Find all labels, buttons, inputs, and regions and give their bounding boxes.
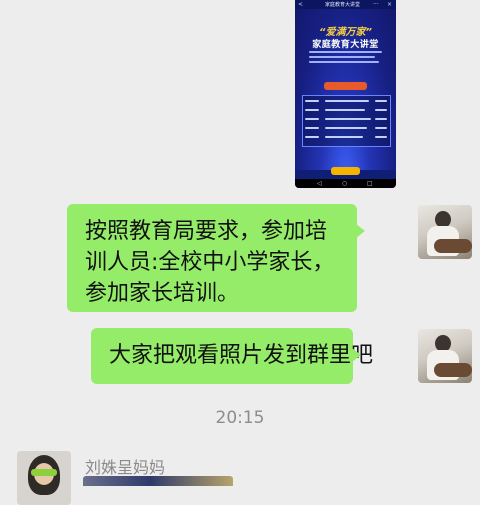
nav-recent-icon: □ xyxy=(367,180,373,187)
poster-text-line xyxy=(309,61,379,63)
chat-timestamp: 20:15 xyxy=(215,408,265,428)
schedule-row xyxy=(305,126,388,131)
poster-text-line xyxy=(309,51,382,53)
sender-avatar[interactable] xyxy=(17,451,71,505)
poster-schedule-table xyxy=(302,95,391,147)
schedule-row xyxy=(305,135,388,140)
outgoing-message-bubble[interactable]: 大家把观看照片发到群里吧 xyxy=(91,328,373,384)
incoming-image-message[interactable] xyxy=(83,476,233,486)
message-text: 按照教育局要求，参加培训人员:全校中小学家长，参加家长培训。 xyxy=(85,219,335,306)
nav-back-icon: ◁ xyxy=(317,180,322,187)
poster-text-line xyxy=(309,56,375,58)
outgoing-message-bubble[interactable]: 按照教育局要求，参加培训人员:全校中小学家长，参加家长培训。 xyxy=(67,204,365,312)
image-header-title: 家庭教育大讲堂 xyxy=(325,2,361,8)
bubble-tail xyxy=(356,224,365,238)
schedule-row xyxy=(305,117,388,122)
bubble-tail xyxy=(352,348,361,362)
nav-home-icon: ○ xyxy=(342,180,348,187)
image-header-bar: < 家庭教育大讲堂 ··· × xyxy=(295,0,396,9)
poster-section-pill xyxy=(324,82,367,90)
poster-image: “爱满万家” 家庭教育大讲堂 xyxy=(295,9,396,175)
my-avatar[interactable] xyxy=(418,329,472,383)
schedule-row xyxy=(305,108,388,113)
my-avatar[interactable] xyxy=(418,205,472,259)
more-icon: ··· xyxy=(373,1,379,8)
close-icon: × xyxy=(387,1,393,8)
android-nav-bar: ◁ ○ □ xyxy=(295,179,396,188)
message-text: 大家把观看照片发到群里吧 xyxy=(109,343,374,368)
poster-main-title: 家庭教育大讲堂 xyxy=(312,40,379,50)
poster-quote-title: “爱满万家” xyxy=(319,27,372,38)
back-icon: < xyxy=(298,1,304,8)
poster-action-button xyxy=(331,167,360,175)
schedule-row xyxy=(305,99,388,104)
sender-name: 刘姝呈妈妈 xyxy=(85,458,166,477)
image-message[interactable]: < 家庭教育大讲堂 ··· × “爱满万家” 家庭教育大讲堂 ◁ ○ □ xyxy=(295,0,396,188)
